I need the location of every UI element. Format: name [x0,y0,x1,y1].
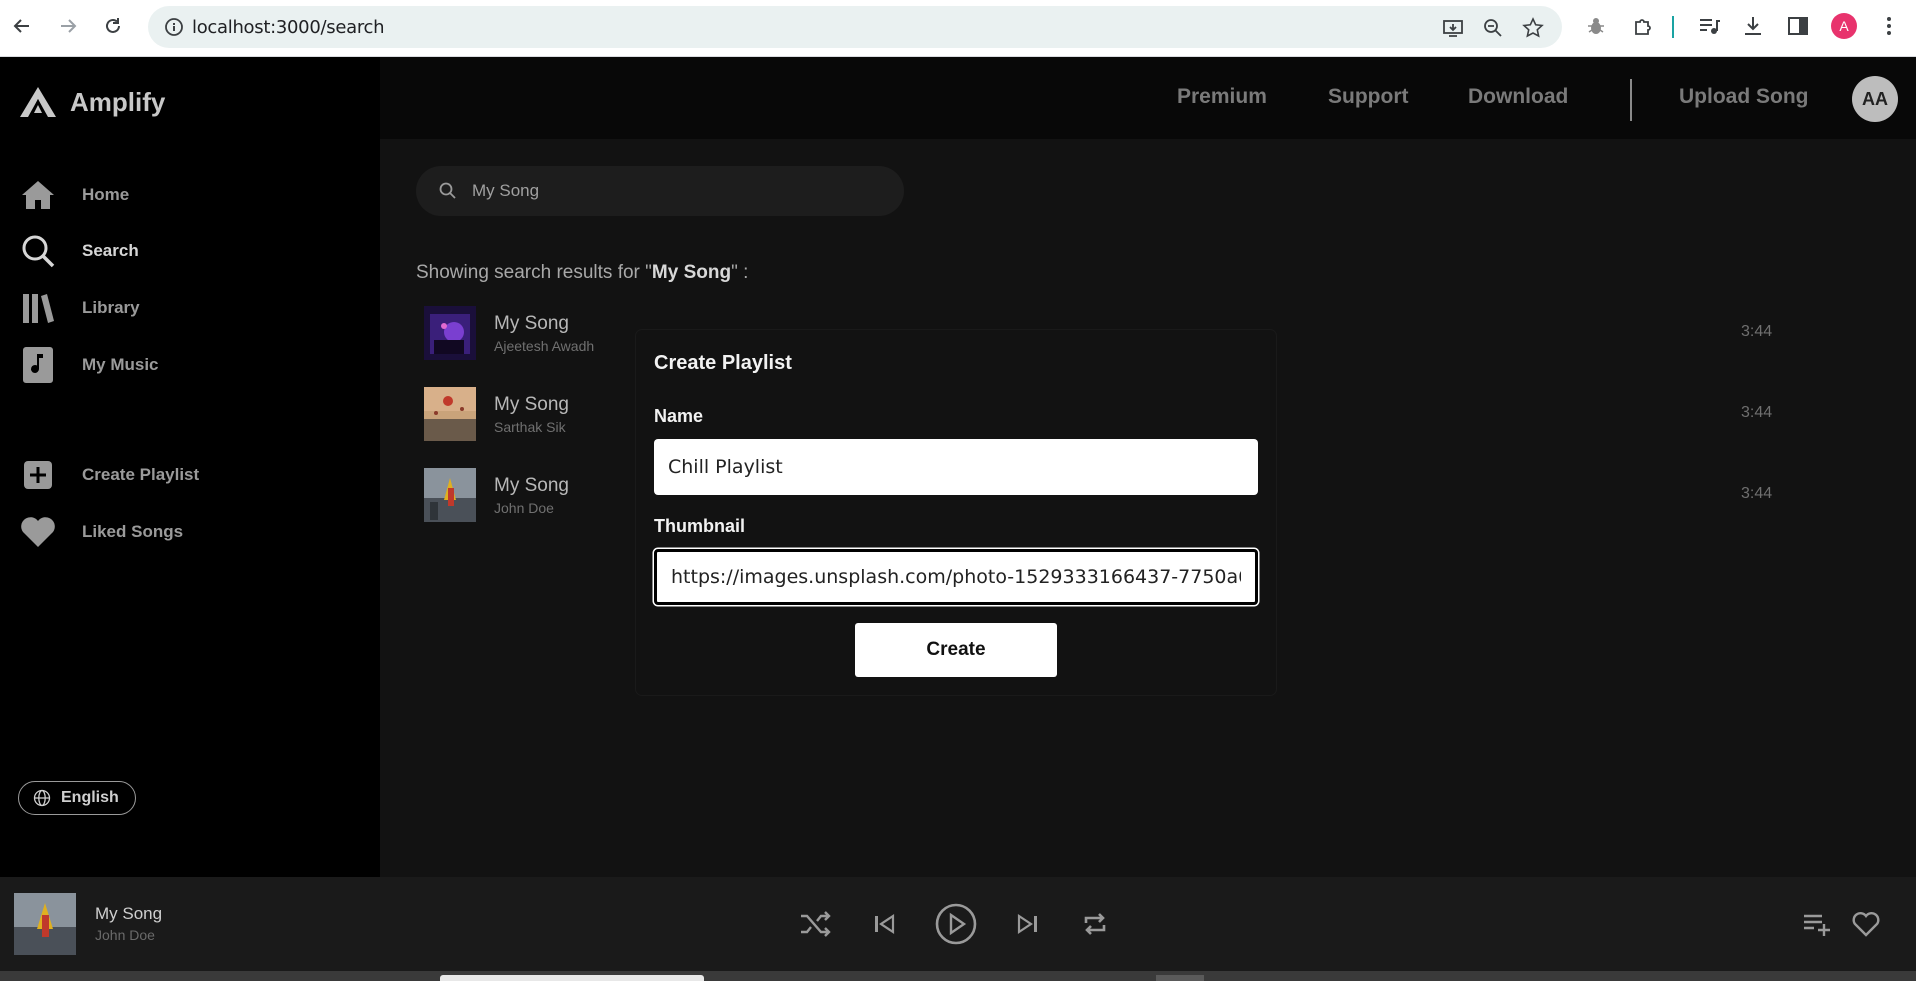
song-thumbnail [424,306,476,360]
sidebar-item-search[interactable]: Search [20,233,139,269]
repeat-icon[interactable] [1080,908,1110,940]
reload-icon[interactable] [101,14,125,38]
results-query: My Song [651,262,732,283]
sidebar-item-label: Create Playlist [82,465,200,484]
like-heart-icon[interactable] [1850,908,1882,940]
player-bar: My Song John Doe [0,877,1916,971]
language-button[interactable]: English [18,781,136,815]
media-queue-icon[interactable] [1697,14,1721,38]
next-icon[interactable] [1014,908,1042,940]
thumbnail-url-field[interactable] [654,549,1258,605]
sidebar-item-liked-songs[interactable]: Liked Songs [20,514,183,550]
toolbar-separator [1672,16,1674,38]
app-name: Amplify [70,86,166,117]
song-artist: John Doe [494,500,554,516]
support-link[interactable]: Support [1328,85,1408,109]
taskbar-tab [440,975,704,981]
add-box-icon [20,457,56,493]
song-duration: 3:44 [1741,323,1773,340]
library-icon [20,290,56,326]
shuffle-icon[interactable] [798,907,832,941]
url-text: localhost:3000/search [192,17,385,38]
now-playing-thumbnail [14,893,76,955]
song-thumbnail [424,387,476,441]
sidebar-item-library[interactable]: Library [20,290,140,326]
now-playing-artist: John Doe [95,927,155,943]
name-label: Name [654,406,704,426]
modal-title: Create Playlist [654,352,792,374]
sidebar-item-label: Library [82,298,140,317]
song-duration: 3:44 [1741,404,1773,421]
bookmark-star-icon[interactable] [1522,17,1544,39]
play-button[interactable] [934,902,978,946]
browser-profile-avatar[interactable]: A [1831,13,1857,39]
sidebar-item-label: Search [82,241,139,260]
song-duration: 3:44 [1741,485,1773,502]
top-navbar: Premium Support Download Upload Song AA [380,57,1916,139]
sidebar-item-label: Liked Songs [82,522,184,541]
sidebar-item-label: My Music [82,355,159,374]
amplify-logo-icon [20,87,56,117]
install-app-icon[interactable] [1442,17,1464,39]
playlist-name-field[interactable] [654,439,1258,495]
navbar-divider [1630,79,1632,121]
extensions-puzzle-icon[interactable] [1631,14,1655,38]
forward-icon[interactable] [56,14,80,38]
upload-song-link[interactable]: Upload Song [1679,85,1809,109]
side-panel-icon[interactable] [1786,14,1810,38]
song-title: My Song [494,475,569,496]
sidebar-item-home[interactable]: Home [20,177,129,213]
bug-extension-icon[interactable] [1584,14,1608,38]
downloads-icon[interactable] [1741,14,1765,38]
song-artist: Sarthak Sik [494,419,566,435]
language-label: English [61,789,119,806]
song-title: My Song [494,394,569,415]
address-bar[interactable]: localhost:3000/search [148,6,1562,48]
search-icon [20,233,56,269]
browser-menu-icon[interactable] [1877,14,1901,38]
music-note-icon [20,347,56,383]
search-bar[interactable] [416,166,904,216]
sidebar-item-label: Home [82,185,130,204]
thumbnail-label: Thumbnail [654,516,745,536]
home-icon [20,177,56,213]
previous-icon[interactable] [870,908,898,940]
site-info-icon[interactable] [164,17,184,37]
song-thumbnail [424,468,476,522]
premium-link[interactable]: Premium [1177,85,1267,109]
search-icon [439,182,456,199]
create-button[interactable]: Create [855,623,1057,677]
create-playlist-modal: Create Playlist Name Thumbnail Create [636,330,1276,695]
song-artist: Ajeetesh Awadh [494,338,595,354]
app-logo[interactable]: Amplify [18,85,165,119]
download-link[interactable]: Download [1468,85,1568,109]
back-icon[interactable] [10,14,34,38]
taskbar-strip [0,971,1916,981]
heart-icon [20,514,56,550]
user-avatar[interactable]: AA [1852,76,1898,122]
results-heading: Showing search results for "My Song" : [416,262,749,283]
now-playing-title: My Song [95,904,163,923]
search-input[interactable] [472,181,872,201]
zoom-icon[interactable] [1482,17,1504,39]
sidebar: Amplify Home Search Library My Music Cre… [0,57,380,877]
taskbar-tab [1156,975,1204,981]
song-title: My Song [494,313,569,334]
add-to-queue-icon[interactable] [1801,908,1833,940]
sidebar-item-my-music[interactable]: My Music [20,347,159,383]
sidebar-item-create-playlist[interactable]: Create Playlist [20,457,199,493]
globe-icon [33,789,51,807]
browser-toolbar: localhost:3000/search A [0,0,1916,57]
